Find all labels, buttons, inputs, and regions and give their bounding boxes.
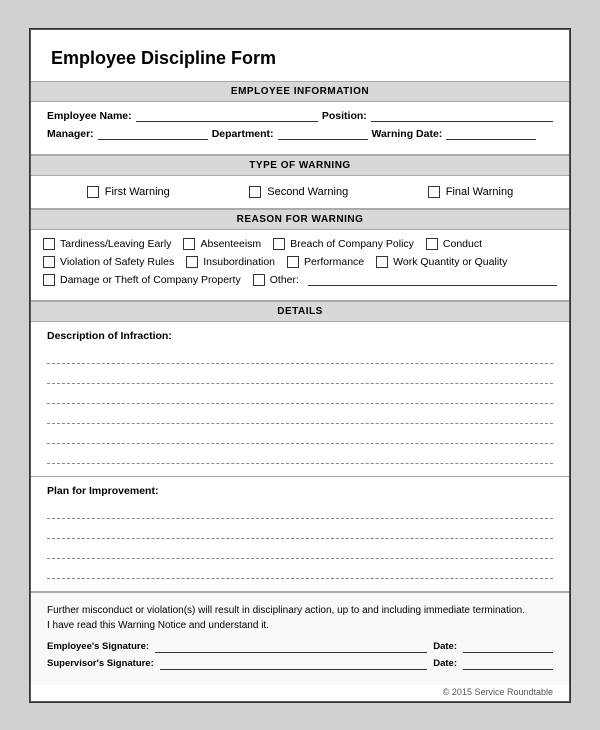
employee-name-input[interactable] — [136, 110, 318, 122]
position-input[interactable] — [371, 110, 553, 122]
warning-date-label: Warning Date: — [372, 128, 443, 140]
description-line-2[interactable] — [47, 368, 553, 384]
form-title: Employee Discipline Form — [31, 30, 569, 81]
conduct-checkbox[interactable] — [426, 238, 438, 250]
employee-date-input[interactable] — [463, 641, 553, 653]
reason-row-3: Damage or Theft of Company Property Othe… — [43, 274, 557, 286]
improvement-line-3[interactable] — [47, 543, 553, 559]
other-label: Other: — [270, 274, 299, 286]
employee-sig-input[interactable] — [155, 641, 427, 653]
reason-row-1: Tardiness/Leaving Early Absenteeism Brea… — [43, 238, 557, 250]
description-line-6[interactable] — [47, 448, 553, 464]
warning-options-row: First Warning Second Warning Final Warni… — [31, 176, 569, 209]
description-line-5[interactable] — [47, 428, 553, 444]
employee-sig-label: Employee's Signature: — [47, 641, 149, 652]
first-warning-option[interactable]: First Warning — [87, 186, 170, 198]
performance-label: Performance — [304, 256, 364, 268]
footer-text: Further misconduct or violation(s) will … — [47, 603, 553, 633]
supervisor-date-input[interactable] — [463, 658, 553, 670]
work-quantity-checkbox[interactable] — [376, 256, 388, 268]
details-header: DETAILS — [31, 301, 569, 322]
footer-line1: Further misconduct or violation(s) will … — [47, 605, 525, 616]
insubordination-item[interactable]: Insubordination — [186, 256, 275, 268]
first-warning-checkbox[interactable] — [87, 186, 99, 198]
damage-item[interactable]: Damage or Theft of Company Property — [43, 274, 241, 286]
employee-info-header: EMPLOYEE INFORMATION — [31, 81, 569, 102]
improvement-label: Plan for Improvement: — [47, 485, 553, 497]
reason-section: Tardiness/Leaving Early Absenteeism Brea… — [31, 230, 569, 301]
improvement-line-4[interactable] — [47, 563, 553, 579]
damage-label: Damage or Theft of Company Property — [60, 274, 241, 286]
insubordination-checkbox[interactable] — [186, 256, 198, 268]
safety-label: Violation of Safety Rules — [60, 256, 174, 268]
date-label-1: Date: — [433, 641, 457, 652]
breach-item[interactable]: Breach of Company Policy — [273, 238, 414, 250]
absenteeism-label: Absenteeism — [200, 238, 261, 250]
description-label: Description of Infraction: — [47, 330, 553, 342]
improvement-section: Plan for Improvement: — [31, 477, 569, 592]
footer-section: Further misconduct or violation(s) will … — [31, 592, 569, 685]
form-container: Employee Discipline Form EMPLOYEE INFORM… — [29, 28, 571, 703]
tardiness-checkbox[interactable] — [43, 238, 55, 250]
employee-sig-row: Employee's Signature: Date: — [47, 641, 553, 653]
breach-checkbox[interactable] — [273, 238, 285, 250]
manager-label: Manager: — [47, 128, 94, 140]
manager-input[interactable] — [98, 128, 208, 140]
description-section: Description of Infraction: — [31, 322, 569, 477]
first-warning-label: First Warning — [105, 186, 170, 198]
damage-checkbox[interactable] — [43, 274, 55, 286]
reason-header: REASON FOR WARNING — [31, 209, 569, 230]
improvement-line-2[interactable] — [47, 523, 553, 539]
other-item[interactable]: Other: — [253, 274, 557, 286]
safety-checkbox[interactable] — [43, 256, 55, 268]
form-page: Employee Discipline Form EMPLOYEE INFORM… — [30, 29, 570, 702]
tardiness-item[interactable]: Tardiness/Leaving Early — [43, 238, 171, 250]
supervisor-sig-label: Supervisor's Signature: — [47, 658, 154, 669]
final-warning-checkbox[interactable] — [428, 186, 440, 198]
work-quantity-item[interactable]: Work Quantity or Quality — [376, 256, 507, 268]
absenteeism-item[interactable]: Absenteeism — [183, 238, 261, 250]
department-label: Department: — [212, 128, 274, 140]
second-warning-label: Second Warning — [267, 186, 348, 198]
department-input[interactable] — [278, 128, 368, 140]
description-line-3[interactable] — [47, 388, 553, 404]
absenteeism-checkbox[interactable] — [183, 238, 195, 250]
warning-date-input[interactable] — [446, 128, 536, 140]
other-input[interactable] — [308, 274, 557, 286]
copyright: © 2015 Service Roundtable — [31, 685, 569, 701]
conduct-label: Conduct — [443, 238, 482, 250]
employee-name-row: Employee Name: Position: — [47, 110, 553, 122]
conduct-item[interactable]: Conduct — [426, 238, 482, 250]
description-line-4[interactable] — [47, 408, 553, 424]
improvement-line-1[interactable] — [47, 503, 553, 519]
manager-row: Manager: Department: Warning Date: — [47, 128, 553, 140]
safety-item[interactable]: Violation of Safety Rules — [43, 256, 174, 268]
tardiness-label: Tardiness/Leaving Early — [60, 238, 171, 250]
description-line-1[interactable] — [47, 348, 553, 364]
supervisor-sig-row: Supervisor's Signature: Date: — [47, 658, 553, 670]
second-warning-option[interactable]: Second Warning — [249, 186, 348, 198]
work-quantity-label: Work Quantity or Quality — [393, 256, 507, 268]
position-label: Position: — [322, 110, 367, 122]
type-of-warning-header: TYPE OF WARNING — [31, 155, 569, 176]
supervisor-sig-input[interactable] — [160, 658, 427, 670]
breach-label: Breach of Company Policy — [290, 238, 414, 250]
insubordination-label: Insubordination — [203, 256, 275, 268]
final-warning-label: Final Warning — [446, 186, 513, 198]
final-warning-option[interactable]: Final Warning — [428, 186, 513, 198]
second-warning-checkbox[interactable] — [249, 186, 261, 198]
employee-info-section: Employee Name: Position: Manager: Depart… — [31, 102, 569, 155]
employee-name-label: Employee Name: — [47, 110, 132, 122]
footer-line2: I have read this Warning Notice and unde… — [47, 620, 269, 631]
other-checkbox[interactable] — [253, 274, 265, 286]
reason-row-2: Violation of Safety Rules Insubordinatio… — [43, 256, 557, 268]
performance-item[interactable]: Performance — [287, 256, 364, 268]
date-label-2: Date: — [433, 658, 457, 669]
performance-checkbox[interactable] — [287, 256, 299, 268]
